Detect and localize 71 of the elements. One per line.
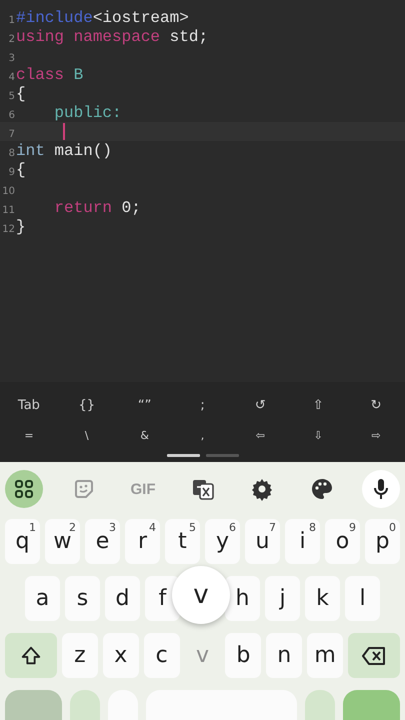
- toolbar-button[interactable]: [5, 470, 43, 508]
- keyboard-key[interactable]: h: [225, 576, 260, 621]
- line-number: 1: [8, 15, 15, 27]
- extra-key[interactable]: =: [0, 428, 58, 442]
- extra-key[interactable]: \: [58, 428, 116, 442]
- key-hint: 6: [229, 521, 236, 534]
- keyboard-key[interactable]: b: [225, 633, 262, 678]
- shift-icon: [20, 644, 42, 666]
- key-preview-tooltip: v: [172, 566, 230, 624]
- key-hint: 2: [69, 521, 76, 534]
- shift-key[interactable]: [5, 633, 57, 678]
- key-hint: 8: [309, 521, 316, 534]
- code-line: #include<iostream>: [16, 8, 189, 26]
- extra-key[interactable]: ,: [174, 428, 232, 442]
- code-line: {: [16, 84, 26, 102]
- code-line: return 0;: [53, 198, 141, 216]
- extra-key[interactable]: &: [116, 428, 174, 442]
- code-line: public:: [53, 104, 122, 122]
- extra-key[interactable]: {}: [58, 398, 116, 413]
- key-hint: 3: [109, 521, 116, 534]
- keyboard-key[interactable]: a: [25, 576, 60, 621]
- key-hint: 1: [29, 521, 36, 534]
- key-hint: 0: [389, 521, 396, 534]
- extra-key[interactable]: ↺: [231, 398, 290, 413]
- line-number: 10: [1, 186, 15, 198]
- toolbar-button[interactable]: [362, 470, 400, 508]
- keyboard-key[interactable]: s: [65, 576, 100, 621]
- backspace-icon: [361, 644, 388, 666]
- line-number: 5: [8, 91, 15, 103]
- keyboard-key[interactable]: k: [305, 576, 340, 621]
- keyboard-key[interactable]: m: [307, 633, 344, 678]
- line-number: 11: [1, 205, 15, 217]
- line-number: 12: [1, 224, 15, 236]
- extra-key[interactable]: ;: [174, 398, 232, 413]
- extra-key[interactable]: “”: [116, 398, 174, 413]
- translate-icon: [190, 477, 214, 501]
- code-line: }: [16, 218, 26, 236]
- code-line: {: [16, 160, 26, 178]
- keyboard-key[interactable]: z: [62, 633, 98, 678]
- code-line: using namespace std;: [16, 28, 208, 46]
- extra-key[interactable]: ⇦: [231, 428, 290, 442]
- keyboard-key[interactable]: j: [265, 576, 300, 621]
- grid-icon: [12, 477, 36, 501]
- code-line: int main(): [16, 142, 112, 160]
- page-indicator[interactable]: [166, 454, 200, 458]
- key-hint: 4: [149, 521, 156, 534]
- keyboard-key[interactable]: l: [345, 576, 380, 621]
- key-hint: 5: [189, 521, 196, 534]
- line-number: 7: [8, 129, 15, 141]
- line-number: 6: [8, 110, 15, 122]
- keyboard-key[interactable]: x: [102, 633, 139, 678]
- keyboard-key[interactable]: c: [144, 633, 180, 678]
- extra-key[interactable]: Tab: [0, 398, 58, 413]
- extra-key[interactable]: ⇨: [347, 428, 405, 442]
- backspace-key[interactable]: [348, 633, 400, 678]
- settings-icon: [250, 477, 274, 501]
- extra-key[interactable]: ↻: [347, 398, 405, 413]
- line-number: 4: [8, 72, 15, 84]
- keyboard-key[interactable]: d: [105, 576, 140, 621]
- text-cursor: [63, 123, 65, 140]
- extra-key[interactable]: ⇧: [289, 398, 348, 413]
- key-hint: 7: [269, 521, 276, 534]
- palette-icon: [310, 477, 334, 501]
- line-number: 3: [8, 53, 15, 65]
- keyboard-key[interactable]: n: [266, 633, 302, 678]
- line-number: 2: [8, 34, 15, 46]
- extra-key[interactable]: ⇩: [289, 428, 348, 442]
- key-hint: 9: [349, 521, 356, 534]
- code-line: class B: [16, 66, 84, 84]
- line-number: 8: [8, 148, 15, 160]
- line-number: 9: [8, 167, 15, 179]
